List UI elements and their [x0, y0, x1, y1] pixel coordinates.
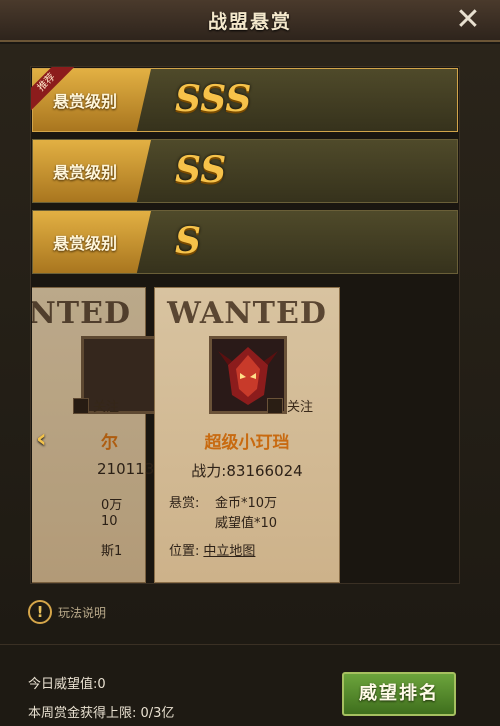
tier-label: 悬赏级别	[33, 211, 151, 273]
close-icon[interactable]: ✕	[452, 5, 484, 37]
reward-item: 威望值*10	[215, 516, 278, 531]
target-power: 战力:83166024	[191, 462, 303, 480]
wanted-card-main[interactable]: WANTED 关注 超级小玎珰 战力:83166024 悬赏: 金币*10万 威…	[154, 287, 340, 583]
tier-grade: S	[175, 220, 201, 262]
target-power: 210113	[97, 460, 155, 478]
wanted-carousel: NTED 关注 尔 210113 0万 10 斯1 WANTED 关注 超级小玎…	[32, 287, 458, 583]
recommend-badge: 推荐	[31, 67, 75, 111]
follow-toggle[interactable]: 关注	[267, 396, 313, 415]
reward-label: 悬赏:	[169, 496, 200, 511]
reward-text: 10	[101, 514, 118, 529]
reward-section: 悬赏: 金币*10万 威望值*10	[169, 494, 277, 531]
chevron-left-icon[interactable]: ‹	[36, 424, 47, 454]
checkbox-icon	[73, 397, 89, 414]
reward-item: 金币*10万	[215, 496, 278, 511]
help-link[interactable]: ! 玩法说明	[28, 600, 106, 624]
target-name: 超级小玎珰	[204, 433, 290, 453]
header: 战盟悬赏 ✕	[0, 0, 500, 42]
target-name: 尔	[101, 433, 118, 453]
wanted-title: NTED	[32, 296, 131, 331]
wanted-title: WANTED	[167, 296, 327, 331]
tier-label: 悬赏级别	[33, 140, 151, 202]
reward-text: 0万	[101, 498, 123, 513]
wanted-card-left[interactable]: NTED 关注 尔 210113 0万 10 斯1	[32, 287, 159, 583]
follow-toggle[interactable]: 关注	[73, 396, 119, 415]
tier-ss[interactable]: 悬赏级别 SS	[32, 139, 458, 203]
today-prestige: 今日威望值:0	[28, 677, 106, 692]
location-label: 位置:	[169, 544, 200, 559]
tier-s[interactable]: 悬赏级别 S	[32, 210, 458, 274]
info-icon: !	[28, 600, 52, 624]
checkbox-icon	[267, 397, 283, 414]
weekly-limit: 本周赏金获得上限: 0/3亿	[28, 706, 175, 721]
prestige-rank-button[interactable]: 威望排名	[342, 672, 456, 716]
window-title: 战盟悬赏	[207, 11, 292, 33]
reward-items: 金币*10万 威望值*10	[215, 494, 277, 534]
location-link[interactable]: 中立地图	[203, 544, 255, 559]
help-label: 玩法说明	[58, 605, 107, 620]
location-row: 位置: 中立地图	[169, 540, 255, 559]
tier-sss[interactable]: 悬赏级别 SSS 推荐	[31, 67, 458, 132]
tier-grade: SSS	[175, 78, 252, 120]
location-text: 斯1	[101, 544, 123, 559]
tier-grade: SS	[175, 149, 227, 191]
